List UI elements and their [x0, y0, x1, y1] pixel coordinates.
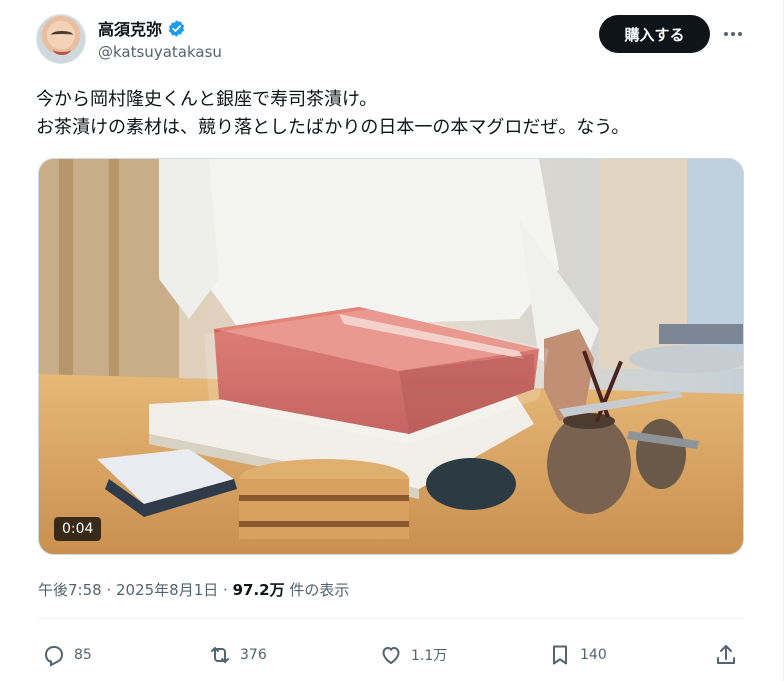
tweet-text-line: お茶漬けの素材は、競り落としたばかりの日本一の本マグロだぜ。なう。	[36, 117, 630, 138]
buy-button[interactable]: 購入する	[599, 15, 710, 53]
reply-count: 85	[74, 647, 92, 663]
tweet-card: 高須克弥 @katsuyatakasu 購入する 今から岡村隆史くんと銀座で寿司…	[0, 0, 784, 681]
more-horizontal-icon[interactable]	[720, 24, 746, 44]
action-bar: 85 376 1.1万 140	[38, 638, 744, 672]
meta-separator: ·	[101, 581, 116, 599]
verified-badge-icon	[168, 19, 185, 37]
video-thumbnail	[39, 159, 743, 554]
view-count-label: 件の表示	[284, 581, 350, 599]
post-date[interactable]: 2025年8月1日	[116, 581, 218, 599]
meta-separator: ·	[218, 581, 233, 599]
author-handle[interactable]: @katsuyatakasu	[98, 43, 222, 61]
tweet-text: 今から岡村隆史くんと銀座で寿司茶漬け。 お茶漬けの素材は、競り落としたばかりの日…	[36, 86, 756, 142]
video-player[interactable]	[38, 158, 744, 555]
bookmark-icon	[553, 645, 567, 665]
repost-button[interactable]: 376	[208, 638, 267, 672]
like-button[interactable]: 1.1万	[379, 638, 447, 672]
repost-count: 376	[240, 647, 267, 663]
like-count: 1.1万	[411, 648, 448, 664]
heart-icon	[382, 647, 400, 664]
bookmark-count: 140	[580, 647, 607, 663]
tweet-text-line: 今から岡村隆史くんと銀座で寿司茶漬け。	[36, 89, 378, 110]
divider	[38, 618, 744, 619]
reply-icon	[44, 646, 64, 667]
share-button[interactable]	[714, 638, 738, 672]
bookmark-button[interactable]: 140	[548, 638, 607, 672]
avatar[interactable]	[36, 14, 86, 64]
video-timestamp: 0:04	[54, 517, 102, 541]
view-count[interactable]: 97.2万	[233, 581, 285, 599]
post-meta: 午後7:58 · 2025年8月1日 · 97.2万 件の表示	[38, 579, 349, 600]
post-time[interactable]: 午後7:58	[38, 581, 102, 599]
reply-button[interactable]: 85	[42, 638, 92, 672]
repost-icon	[211, 647, 229, 663]
author-display-name[interactable]: 高須克弥	[98, 16, 162, 40]
author-name-row: 高須克弥	[98, 16, 186, 40]
share-icon	[717, 645, 735, 664]
